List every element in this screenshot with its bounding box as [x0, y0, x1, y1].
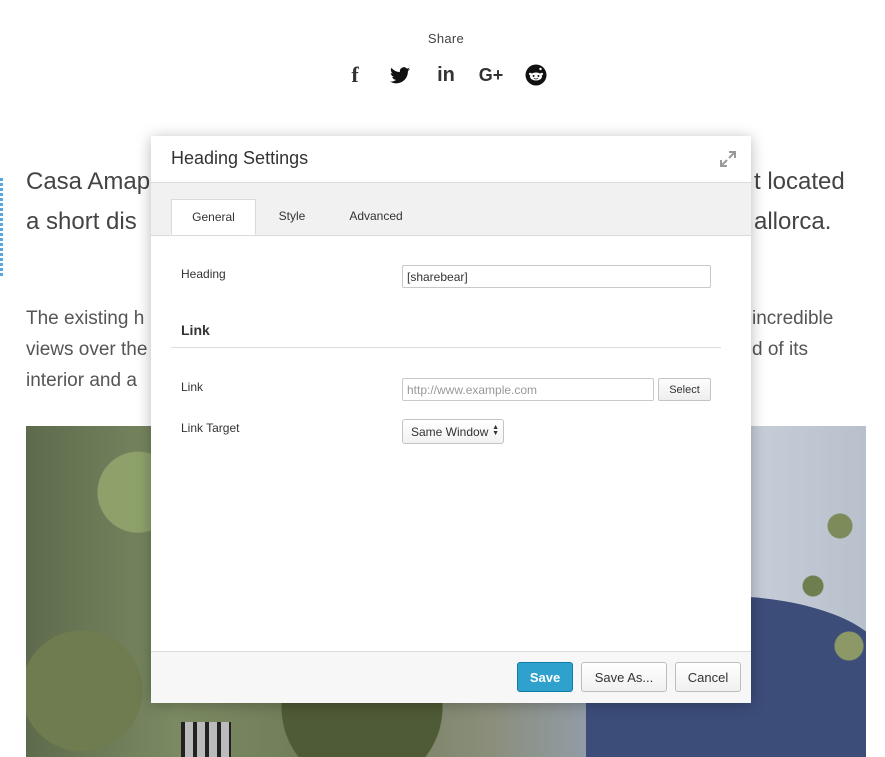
linkedin-icon[interactable]: in: [434, 62, 458, 88]
expand-icon[interactable]: [719, 150, 737, 168]
link-target-label: Link Target: [181, 421, 240, 435]
article-paragraph-line: views over the: [26, 339, 148, 360]
save-button[interactable]: Save: [517, 662, 573, 692]
facebook-icon[interactable]: f: [344, 62, 366, 88]
photo-window: [181, 722, 231, 757]
heading-label: Heading: [181, 267, 226, 281]
section-divider: [171, 347, 721, 348]
dialog-footer: Save Save As... Cancel: [151, 651, 751, 703]
photo-branch: [786, 486, 866, 686]
tab-advanced[interactable]: Advanced: [337, 199, 415, 235]
link-label: Link: [181, 380, 204, 394]
dialog-title: Heading Settings: [171, 148, 309, 168]
link-target-select[interactable]: Same Window ▲ ▼: [402, 419, 504, 444]
link-section-title: Link: [181, 322, 210, 338]
left-accent-rule: [0, 178, 3, 278]
article-heading-line: allorca.: [754, 208, 832, 235]
link-target-value: Same Window: [411, 424, 489, 439]
tab-style[interactable]: Style: [266, 199, 318, 235]
cancel-button[interactable]: Cancel: [675, 662, 741, 692]
select-link-button[interactable]: Select: [658, 378, 711, 401]
heading-settings-dialog: Heading Settings General Style Advanced …: [151, 136, 751, 703]
article-paragraph-line: interior and a: [26, 370, 137, 391]
reddit-icon[interactable]: [524, 62, 548, 88]
tabs-bar: General Style Advanced: [151, 183, 751, 236]
share-label: Share: [427, 31, 465, 46]
article-paragraph-line: The existing h: [26, 308, 145, 329]
tab-general[interactable]: General: [171, 199, 256, 235]
dialog-header: Heading Settings: [151, 136, 751, 183]
link-url-input[interactable]: [402, 378, 654, 401]
article-heading-line: t located: [754, 168, 845, 195]
heading-input[interactable]: [402, 265, 711, 288]
share-icons: f in G+: [344, 62, 554, 88]
article-heading-line: a short dis: [26, 208, 137, 235]
select-arrows-icon: ▲ ▼: [492, 424, 499, 437]
save-as-button[interactable]: Save As...: [581, 662, 667, 692]
twitter-icon[interactable]: [388, 62, 412, 88]
article-paragraph-line: d of its: [752, 339, 808, 360]
article-paragraph-line: incredible: [752, 308, 834, 329]
google-plus-icon[interactable]: G+: [477, 62, 505, 88]
article-heading-line: Casa Amap: [26, 168, 151, 195]
